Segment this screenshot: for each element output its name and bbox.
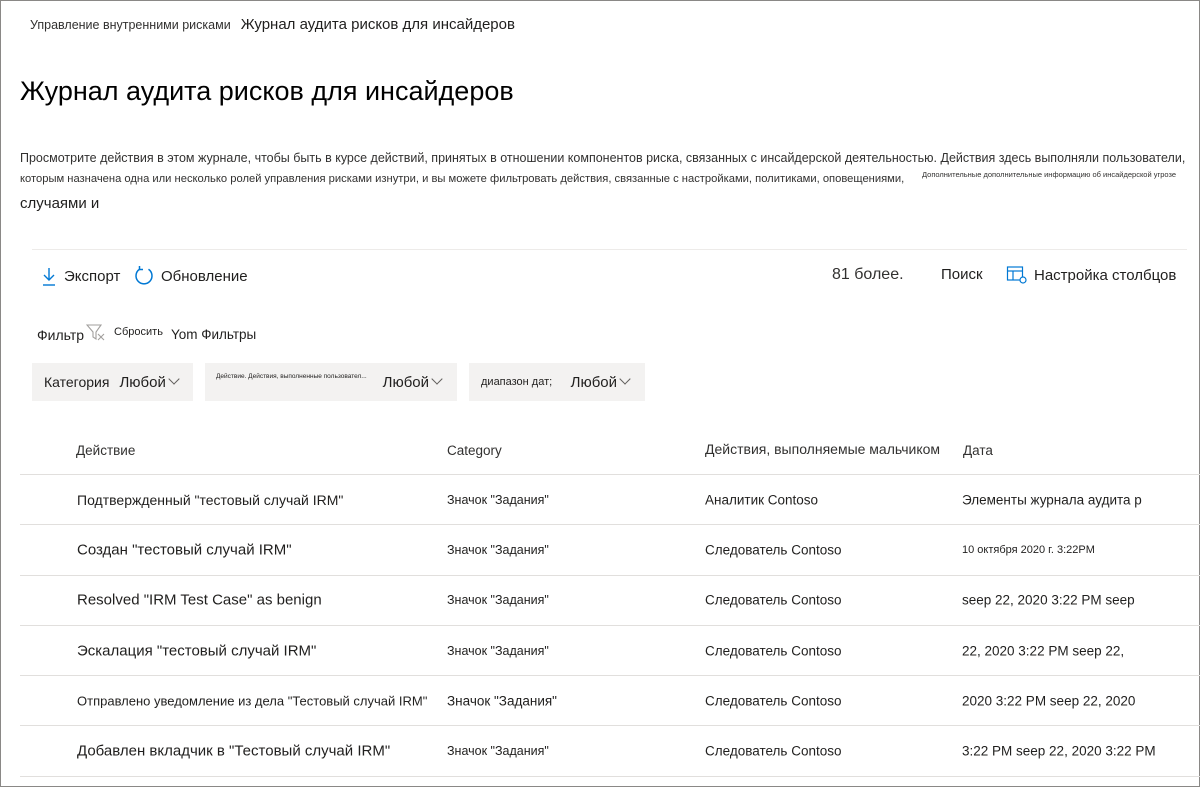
- export-label: Экспорт: [64, 267, 121, 285]
- cell-date: 3:22 PM seep 22, 2020 3:22 PM: [962, 743, 1156, 759]
- chevron-down-icon: [619, 373, 631, 385]
- table-row[interactable]: Resolved "IRM Test Case" as benign Значо…: [20, 576, 1200, 626]
- refresh-label: Обновление: [161, 267, 248, 285]
- cell-date: Элементы журнала аудита р: [962, 492, 1142, 508]
- audit-log-table: Действие Category Действия, выполняемые …: [20, 425, 1200, 777]
- search-label: Поиск: [941, 266, 983, 283]
- filters-button[interactable]: Yom Фильтры: [171, 327, 256, 342]
- table-row[interactable]: Эскалация "тестовый случай IRM" Значок "…: [20, 626, 1200, 677]
- breadcrumb: Управление внутренними рисками Журнал ау…: [30, 16, 515, 33]
- cell-date: 10 октября 2020 г. 3:22PM: [962, 543, 1095, 556]
- table-header: Действие Category Действия, выполняемые …: [20, 425, 1200, 475]
- cell-date: seep 22, 2020 3:22 PM seep: [962, 592, 1135, 608]
- table-row[interactable]: Подтвержденный "тестовый случай IRM" Зна…: [20, 475, 1200, 526]
- description-line-3: случаями и: [20, 195, 100, 212]
- cell-action: Подтвержденный "тестовый случай IRM": [77, 491, 344, 508]
- download-arrow-icon: [40, 265, 58, 287]
- date-range-filter-chip[interactable]: диапазон дат; Любой: [469, 363, 645, 401]
- search-button[interactable]: Поиск: [941, 266, 983, 283]
- breadcrumb-parent-link[interactable]: Управление внутренними рисками: [30, 18, 231, 32]
- filter-label: Фильтр: [37, 326, 85, 343]
- cell-category: Значок "Задания": [447, 542, 549, 557]
- cell-date: 2020 3:22 PM seep 22, 2020: [962, 693, 1136, 709]
- export-button[interactable]: Экспорт: [40, 265, 120, 287]
- cell-action: Добавлен вкладчик в "Тестовый случай IRM…: [77, 742, 391, 760]
- table-row[interactable]: Создан "тестовый случай IRM" Значок "Зад…: [20, 525, 1200, 576]
- cell-performed-by: Следователь Contoso: [705, 542, 842, 558]
- filter-bar: Фильтр Сбросить Yom Фильтры: [37, 322, 256, 347]
- cell-category: Значок "Задания": [447, 492, 549, 507]
- table-row[interactable]: Отправлено уведомление из дела "Тестовый…: [20, 676, 1200, 727]
- column-header-category[interactable]: Category: [447, 443, 502, 458]
- page-title: Журнал аудита рисков для инсайдеров: [20, 76, 514, 106]
- cell-action: Отправлено уведомление из дела "Тестовый…: [77, 693, 428, 709]
- cell-category: Значок "Задания": [447, 643, 549, 658]
- activity-filter-chip[interactable]: Действие. Действия, выполненные пользова…: [205, 363, 457, 401]
- cell-action: Создан "тестовый случай IRM": [77, 541, 292, 559]
- reset-filters-button[interactable]: Сбросить: [114, 326, 163, 338]
- cell-category: Значок "Задания": [447, 593, 549, 608]
- cell-performed-by: Следователь Contoso: [705, 693, 842, 709]
- learn-more-link[interactable]: Дополнительные дополнительные информацию…: [922, 170, 1176, 179]
- chip-label: диапазон дат;: [481, 376, 553, 388]
- chip-value: Любой: [382, 373, 429, 391]
- chip-label: Категория: [44, 374, 110, 390]
- cell-category: Значок "Задания": [447, 744, 549, 759]
- refresh-icon: [133, 265, 155, 287]
- cell-performed-by: Аналитик Contoso: [705, 492, 819, 508]
- refresh-button[interactable]: Обновление: [133, 265, 248, 287]
- cell-performed-by: Следователь Contoso: [705, 592, 842, 608]
- column-header-performed-by[interactable]: Действия, выполняемые мальчиком: [705, 441, 940, 457]
- chevron-down-icon: [431, 373, 443, 385]
- cell-category: Значок "Задания": [447, 693, 557, 709]
- cell-action: Эскалация "тестовый случай IRM": [77, 642, 317, 660]
- chip-label: Действие. Действия, выполненные пользова…: [216, 372, 367, 380]
- column-header-action[interactable]: Действие: [76, 443, 135, 458]
- cell-performed-by: Следователь Contoso: [705, 643, 842, 659]
- customize-columns-label: Настройка столбцов: [1034, 266, 1177, 284]
- chevron-down-icon: [168, 373, 180, 385]
- filter-clear-icon[interactable]: [85, 322, 106, 347]
- table-row[interactable]: Добавлен вкладчик в "Тестовый случай IRM…: [20, 726, 1200, 777]
- customize-columns-icon: [1006, 265, 1028, 285]
- chip-value: Любой: [119, 373, 166, 391]
- item-count: 81 более.: [832, 266, 904, 283]
- breadcrumb-current: Журнал аудита рисков для инсайдеров: [240, 16, 515, 33]
- chip-value: Любой: [570, 373, 617, 391]
- cell-date: 22, 2020 3:22 PM seep 22,: [962, 643, 1125, 659]
- toolbar-divider: [32, 249, 1187, 250]
- category-filter-chip[interactable]: Категория Любой: [32, 363, 193, 401]
- cell-performed-by: Следователь Contoso: [705, 743, 842, 759]
- description-line-1: Просмотрите действия в этом журнале, что…: [20, 151, 1186, 165]
- column-header-date[interactable]: Дата: [963, 443, 993, 458]
- description-line-2: которым назначена одна или несколько рол…: [20, 173, 905, 185]
- customize-columns-button[interactable]: Настройка столбцов: [1006, 265, 1176, 285]
- cell-action: Resolved "IRM Test Case" as benign: [77, 591, 322, 609]
